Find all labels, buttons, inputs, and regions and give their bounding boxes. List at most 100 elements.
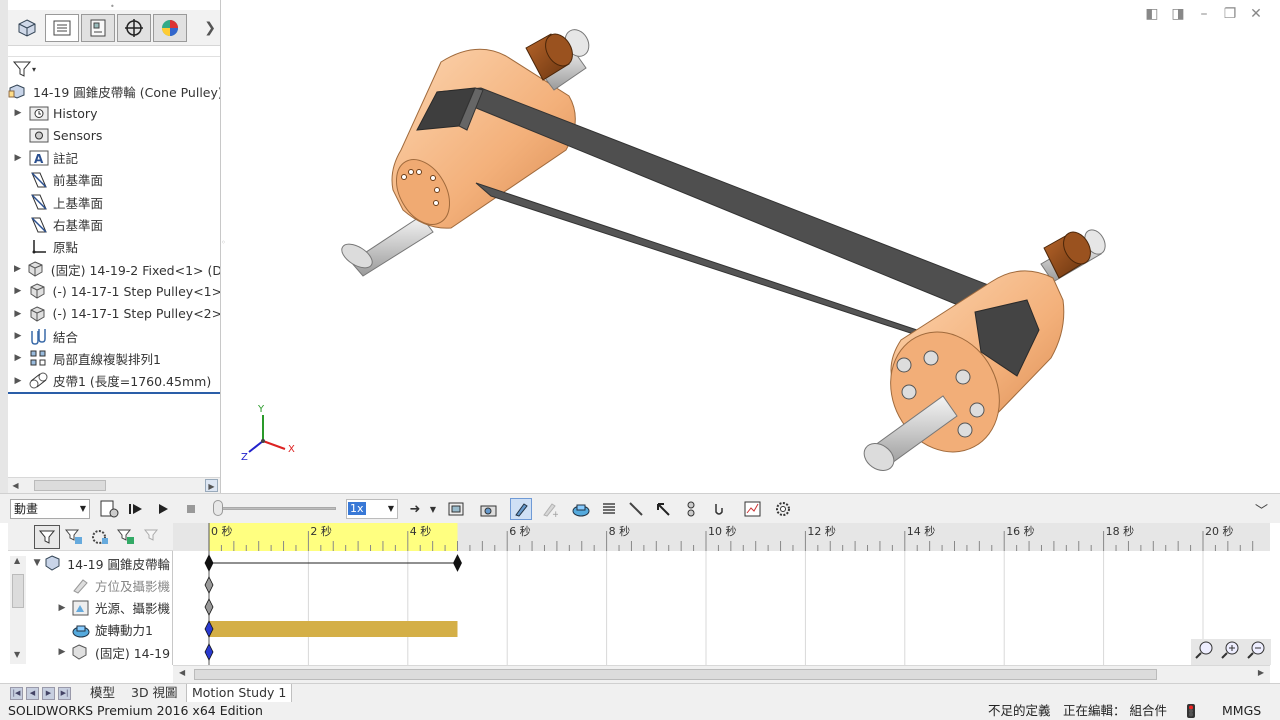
tree-item[interactable]: ▶ (-) 14-17-1 Step Pulley<1> [8, 280, 220, 302]
tree-item-label: 註記 [53, 151, 79, 167]
gravity-button[interactable] [708, 498, 730, 520]
feature-tree: 14-19 圓錐皮帶輪 (Cone Pulley) ▶ History Sensor… [8, 79, 220, 394]
chevron-right-icon[interactable]: ❯ [204, 20, 216, 36]
playback-slider-track[interactable] [214, 507, 336, 510]
tab-last-arrow[interactable]: ▶| [58, 687, 71, 700]
filter-disabled-button[interactable] [143, 528, 163, 550]
play-from-start-button[interactable] [125, 498, 147, 520]
tab-next-arrow[interactable]: ▶ [42, 687, 55, 700]
scroll-thumb[interactable] [12, 574, 24, 608]
tree-item[interactable]: 右基準面 [8, 214, 220, 236]
lights-cameras-icon [70, 599, 92, 617]
zoom-in-button[interactable] [1220, 640, 1242, 664]
playback-mode-dropdown[interactable]: ▼ [426, 498, 440, 520]
play-button[interactable] [152, 498, 174, 520]
tab-first-arrow[interactable]: |◀ [10, 687, 23, 700]
tree-item[interactable]: 上基準面 [8, 191, 220, 213]
tree-item[interactable]: ▶ History [8, 102, 220, 124]
expand-arrow-icon[interactable]: ▶ [8, 376, 28, 386]
filter-selected-button[interactable] [90, 528, 110, 550]
left-pulley[interactable] [338, 25, 594, 277]
rebuild-indicator-icon[interactable] [1186, 704, 1196, 720]
tab-property-manager[interactable] [81, 14, 115, 42]
tree-item[interactable]: ▶ A 註記 [8, 147, 220, 169]
expand-arrow-icon[interactable]: ▶ [8, 264, 27, 274]
tree-divider [8, 392, 220, 394]
animation-wizard-button[interactable] [478, 498, 500, 520]
contact-button[interactable] [680, 498, 702, 520]
save-animation-button[interactable] [446, 498, 468, 520]
cone-pulley-model[interactable] [221, 0, 1280, 493]
playback-speed-select[interactable]: 1x ▼ [346, 499, 398, 519]
tab-prev-arrow[interactable]: ◀ [26, 687, 39, 700]
study-type-select[interactable]: 動畫 ▼ [10, 499, 90, 519]
key-point [204, 598, 214, 616]
filter-animated-button[interactable] [34, 525, 60, 549]
calculate-button[interactable] [98, 498, 120, 520]
tree-item[interactable]: ▶ (-) 14-17-1 Step Pulley<2> [8, 303, 220, 325]
tree-item[interactable]: ▶ 局部直線複製排列1 [8, 347, 220, 369]
spring-button[interactable] [598, 498, 620, 520]
tab-feature-manager[interactable] [45, 14, 79, 42]
expand-arrow-icon[interactable]: ▶ [8, 309, 28, 319]
motion-tree-vscrollbar[interactable]: ▲ ▼ [10, 556, 26, 664]
tab-3d-views[interactable]: 3D 視圖 [126, 684, 183, 703]
playback-slider-thumb[interactable] [213, 500, 223, 516]
tab-configuration-manager[interactable] [117, 14, 151, 42]
expand-arrow-icon[interactable]: ▶ [54, 603, 70, 613]
zoom-out-button[interactable] [1246, 640, 1268, 664]
study-properties-button[interactable] [772, 498, 794, 520]
stop-button[interactable] [180, 498, 202, 520]
motor-button[interactable] [570, 498, 592, 520]
graphics-area[interactable]: ◧ ◨ – ❐ ✕ Y X Z ◦ [221, 0, 1280, 493]
expand-arrow-icon[interactable]: ▶ [8, 108, 28, 118]
timeline[interactable]: 0 秒 2 秒 4 秒 6 秒 8 秒 10 秒 12 秒 14 秒 16 秒 18 秒 20 秒 [173, 523, 1270, 665]
expand-arrow-icon[interactable]: ▶ [8, 153, 28, 163]
scroll-thumb[interactable] [34, 480, 106, 491]
scroll-left-arrow[interactable]: ◀ [179, 668, 185, 677]
playback-mode-button[interactable]: ➜ [404, 498, 426, 520]
tree-item[interactable]: 原點 [8, 236, 220, 258]
expand-arrow-icon[interactable]: ▶ [54, 647, 70, 657]
tab-appearance-manager[interactable] [153, 14, 187, 42]
expand-arrow-icon[interactable]: ▼ [30, 558, 44, 568]
scroll-thumb[interactable] [194, 669, 1157, 680]
tree-item[interactable]: ▶ 結合 [8, 325, 220, 347]
tab-model[interactable]: 模型 [85, 684, 120, 703]
tree-root[interactable]: 14-19 圓錐皮帶輪 (Cone Pulley) [8, 80, 220, 102]
caret-down-icon: ▼ [79, 504, 86, 513]
units-selector[interactable]: MMGS [1222, 702, 1261, 720]
expand-arrow-icon[interactable]: ▶ [8, 286, 28, 296]
chevron-down-icon[interactable]: ﹀ [1255, 500, 1268, 519]
annotations-icon: A [28, 149, 50, 167]
filter-button[interactable]: ▾ [12, 60, 36, 78]
timeline-hscrollbar[interactable]: ◀ ▶ [173, 665, 1270, 683]
tree-item-label: (-) 14-17-1 Step Pulley<2> [52, 306, 220, 322]
motion-tree-item[interactable]: ▼ 14-19 圓錐皮帶輪 [30, 552, 170, 574]
autokey-button[interactable] [510, 498, 532, 520]
tree-item[interactable]: ▶ 皮帶1 (長度=1760.45mm) [8, 370, 220, 392]
timeline-canvas[interactable]: 0 秒 2 秒 4 秒 6 秒 8 秒 10 秒 12 秒 14 秒 16 秒 18 秒 20 秒 [173, 523, 1270, 665]
scroll-right-arrow[interactable]: ▶ [205, 479, 218, 492]
panel-splitter-grip[interactable]: ◦ [221, 238, 226, 247]
scroll-left-arrow[interactable]: ◀ [9, 479, 22, 492]
scroll-down-arrow[interactable]: ▼ [14, 650, 20, 659]
expand-arrow-icon[interactable]: ▶ [8, 331, 28, 341]
tab-motion-study-1[interactable]: Motion Study 1 [186, 684, 293, 703]
feature-tree-hscrollbar[interactable]: ◀ ▶ [8, 477, 220, 493]
expand-arrow-icon[interactable]: ▶ [8, 353, 28, 363]
force-button[interactable] [652, 498, 674, 520]
results-plots-button[interactable] [742, 498, 764, 520]
filter-driving-button[interactable] [64, 528, 84, 550]
damper-button[interactable] [625, 498, 647, 520]
tab-display-pane[interactable] [10, 14, 44, 42]
zoom-to-fit-button[interactable] [1194, 640, 1216, 664]
scroll-right-arrow[interactable]: ▶ [1258, 668, 1264, 677]
tree-item-label: (-) 14-17-1 Step Pulley<1> [52, 283, 220, 299]
scroll-up-arrow[interactable]: ▲ [14, 556, 20, 565]
filter-results-button[interactable] [116, 528, 136, 550]
tree-item[interactable]: Sensors [8, 124, 220, 146]
add-key-button[interactable]: + [538, 498, 560, 520]
tree-item[interactable]: ▶ (固定) 14-19-2 Fixed<1> (De [8, 258, 220, 280]
tree-item[interactable]: 前基準面 [8, 169, 220, 191]
